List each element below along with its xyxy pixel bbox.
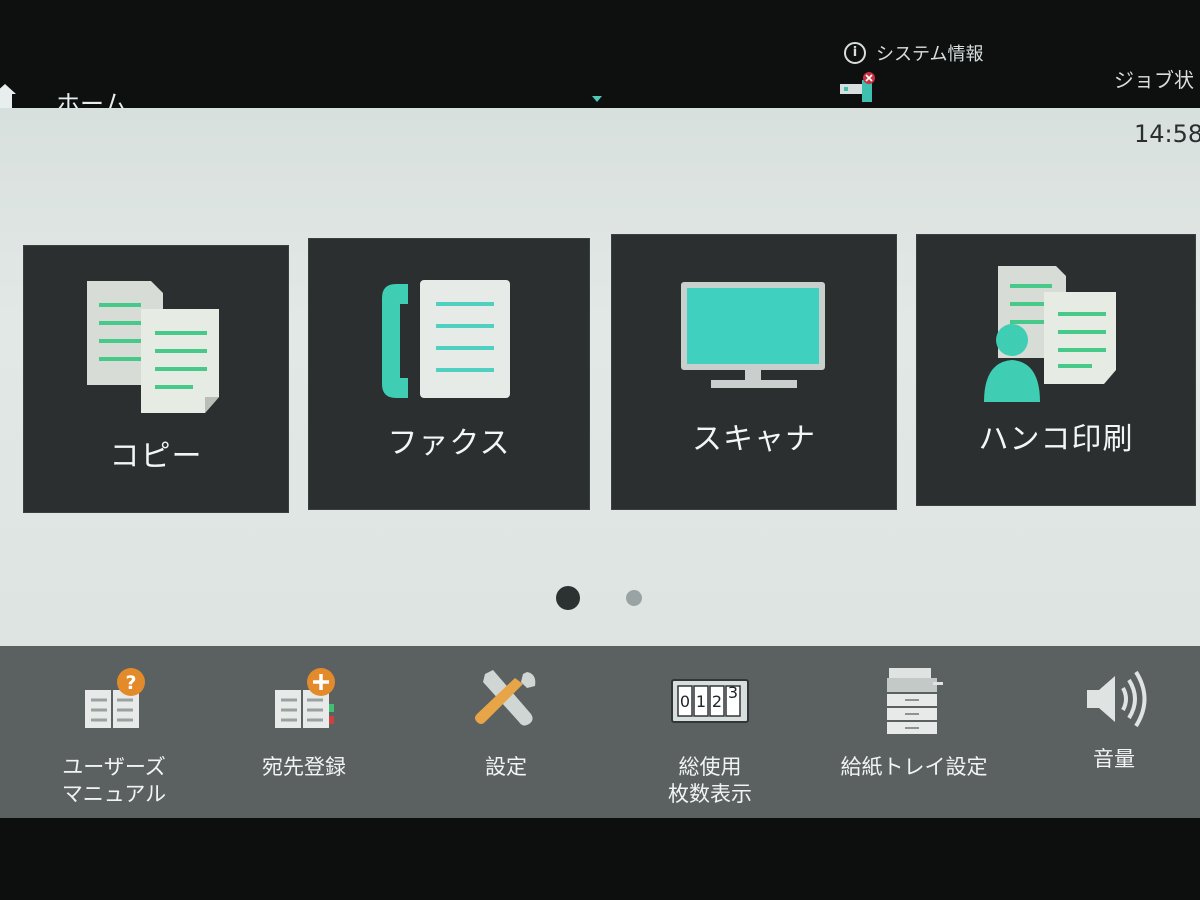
address-add-icon: [275, 668, 335, 728]
tool-label: 設定: [485, 755, 527, 779]
home-screen-panel: 14:58 コピー ファクス スキャナ ハンコ印刷: [0, 108, 1200, 646]
tool-label: 宛先登録: [262, 755, 346, 779]
hanko-print-app-tile[interactable]: ハンコ印刷: [916, 234, 1196, 506]
system-info-label: システム情報: [876, 44, 984, 65]
volume-icon: [1087, 670, 1147, 728]
settings-button[interactable]: 設定: [416, 646, 596, 818]
counter-icon: 0 1 2 3: [671, 679, 749, 723]
tool-label: 音量: [1093, 747, 1135, 771]
tile-label: スキャナ: [692, 422, 816, 457]
users-manual-button[interactable]: ? ユーザーズ マニュアル: [24, 646, 204, 818]
system-info-button[interactable]: i システム情報: [844, 40, 983, 66]
address-registration-button[interactable]: 宛先登録: [214, 646, 394, 818]
monitor-icon: [681, 282, 825, 388]
counter-digit: 0: [680, 692, 690, 711]
copy-documents-icon: [87, 281, 219, 413]
info-icon: i: [844, 42, 866, 64]
top-bar: ホーム i システム情報 ジョブ状: [0, 0, 1200, 118]
tile-label: コピー: [109, 439, 203, 474]
clock: 14:58: [1134, 120, 1200, 148]
paper-tray-icon: [887, 668, 943, 734]
tile-label: ハンコ印刷: [978, 422, 1134, 457]
counter-digit: 2: [712, 692, 722, 711]
page-dot-2[interactable]: [626, 590, 642, 606]
fax-phone-icon: [382, 280, 510, 398]
network-error-icon: [840, 72, 875, 102]
paper-tray-settings-button[interactable]: 給紙トレイ設定: [824, 646, 1004, 818]
manual-help-icon: ?: [85, 668, 145, 728]
screen-bezel: [0, 818, 1200, 900]
page-dot-1[interactable]: [556, 586, 580, 610]
copy-app-tile[interactable]: コピー: [23, 245, 289, 513]
settings-tools-icon: [475, 670, 536, 726]
fax-app-tile[interactable]: ファクス: [308, 238, 590, 510]
job-status-button[interactable]: ジョブ状: [1114, 64, 1194, 93]
svg-text:?: ?: [125, 672, 136, 694]
volume-button[interactable]: 音量: [1024, 646, 1200, 818]
tile-label: ファクス: [387, 426, 511, 461]
counter-digit: 3: [728, 683, 738, 702]
total-count-button[interactable]: 0 1 2 3 総使用 枚数表示: [620, 646, 800, 818]
dropdown-indicator-icon: [592, 96, 602, 102]
scanner-app-tile[interactable]: スキャナ: [611, 234, 897, 510]
tool-label: 総使用 枚数表示: [668, 755, 752, 806]
counter-digit: 1: [696, 692, 706, 711]
bottom-toolbar: ? ユーザーズ マニュアル 宛先登録 設定 0 1 2 3 総使用 枚数表示 給…: [0, 646, 1200, 818]
user-documents-icon: [984, 266, 1116, 402]
tool-label: ユーザーズ マニュアル: [61, 755, 167, 806]
tool-label: 給紙トレイ設定: [840, 755, 988, 779]
